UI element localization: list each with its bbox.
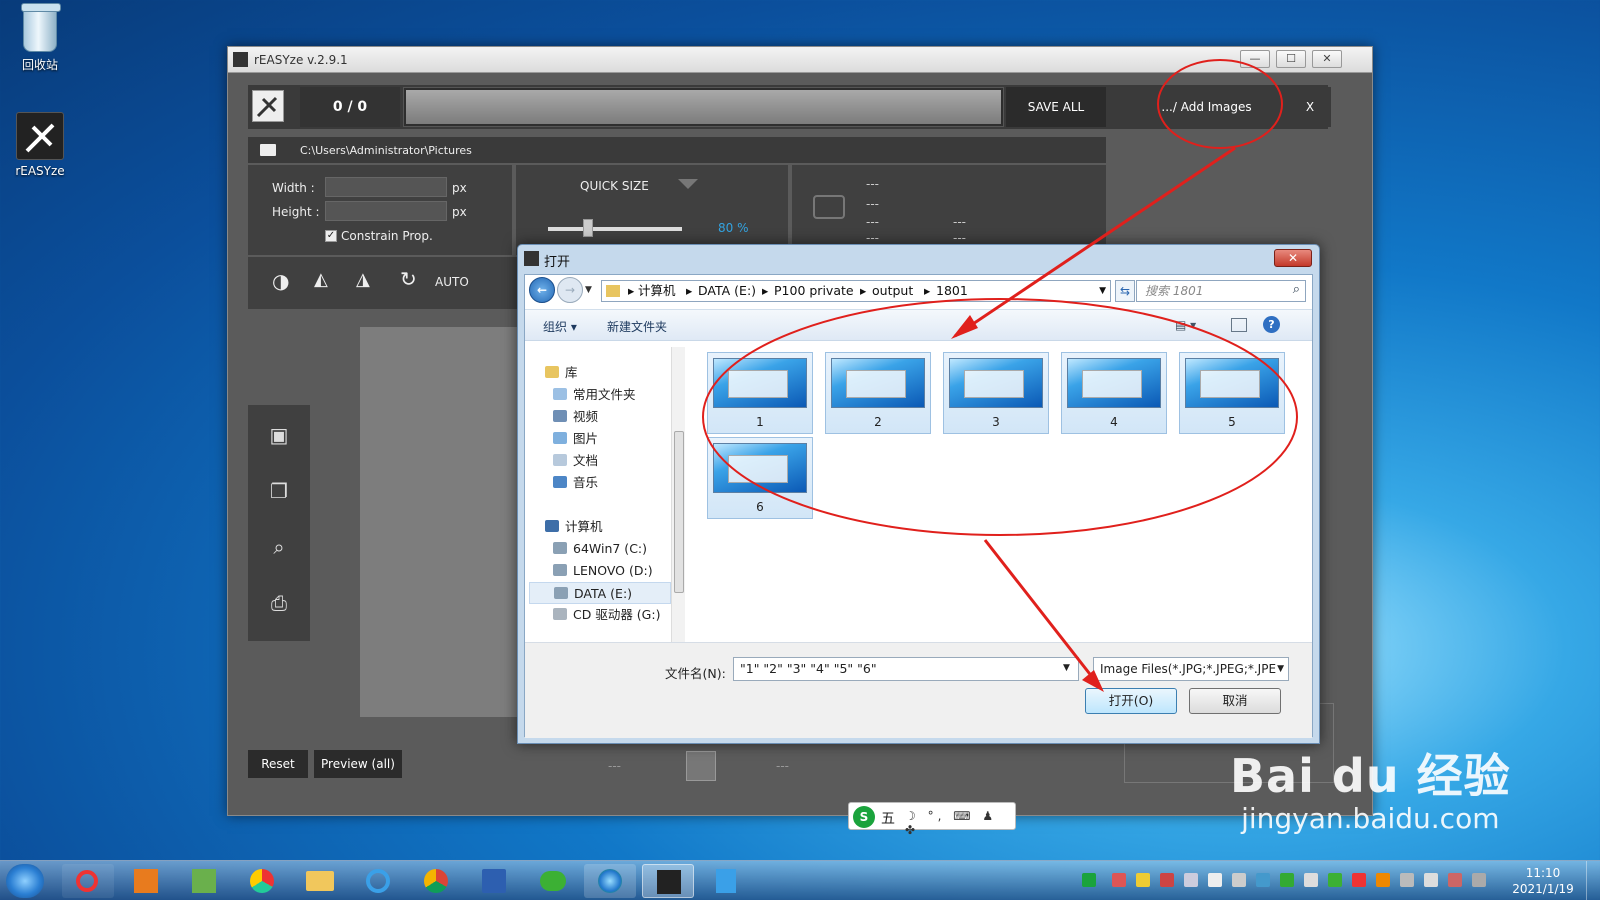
annotation-arrowhead <box>1082 670 1104 692</box>
taskbar-clock[interactable]: 11:10 2021/1/19 <box>1508 865 1578 897</box>
taskbar-app-icon[interactable] <box>178 864 230 898</box>
tray-network-icon[interactable] <box>1400 873 1414 887</box>
tray-flag-icon[interactable] <box>1208 873 1222 887</box>
tray-volume-icon[interactable] <box>1184 873 1198 887</box>
tray-wechat-icon[interactable] <box>1328 873 1342 887</box>
tray-sogou-icon[interactable] <box>1082 873 1096 887</box>
clock-time: 11:10 <box>1525 866 1561 880</box>
taskbar-reasyze-icon[interactable] <box>642 864 694 898</box>
tray-icon[interactable] <box>1304 873 1318 887</box>
annotation-circle-files <box>702 298 1298 536</box>
taskbar-app-icon[interactable] <box>120 864 172 898</box>
ime-toolbar[interactable]: S 五 ☽ °, ⌨ ♟ ✤ <box>848 802 1016 837</box>
watermark-url: jingyan.baidu.com <box>1241 802 1500 835</box>
taskbar-app-icon[interactable] <box>236 864 288 898</box>
tray-icon[interactable] <box>1256 873 1270 887</box>
ime-tools-icon: ☽ °, ⌨ ♟ ✤ <box>905 809 998 837</box>
annotation-arrowhead <box>951 315 978 339</box>
taskbar-save-icon[interactable] <box>468 864 520 898</box>
taskbar-ie-icon[interactable] <box>352 864 404 898</box>
tray-icon[interactable] <box>1472 873 1486 887</box>
tray-icon[interactable] <box>1448 873 1462 887</box>
sogou-icon: S <box>853 806 875 828</box>
tray-icon[interactable] <box>1112 873 1126 887</box>
taskbar-chrome-icon[interactable] <box>410 864 462 898</box>
annotation-arrow <box>954 146 1236 338</box>
baidu-watermark: Bai du 经验 jingyan.baidu.com <box>1230 740 1511 835</box>
ime-mode: 五 <box>881 811 895 827</box>
taskbar-explorer-icon[interactable] <box>294 864 346 898</box>
tray-icon[interactable] <box>1280 873 1294 887</box>
taskbar-app-icon[interactable] <box>62 864 114 898</box>
tray-icon[interactable] <box>1136 873 1150 887</box>
watermark-brand: Bai du 经验 <box>1230 749 1511 803</box>
start-button[interactable] <box>6 864 44 898</box>
taskbar: 11:10 2021/1/19 <box>0 860 1600 900</box>
tray-icon[interactable] <box>1352 873 1366 887</box>
taskbar-app-icon[interactable] <box>700 864 752 898</box>
tray-icon[interactable] <box>1424 873 1438 887</box>
taskbar-wechat-icon[interactable] <box>526 864 578 898</box>
tray-icon[interactable] <box>1232 873 1246 887</box>
annotation-circle-add-images <box>1157 59 1283 149</box>
show-desktop-button[interactable] <box>1586 861 1598 900</box>
clock-date: 2021/1/19 <box>1512 882 1574 896</box>
tray-icon[interactable] <box>1376 873 1390 887</box>
annotation-arrow <box>983 539 1102 688</box>
taskbar-app-icon[interactable] <box>584 864 636 898</box>
tray-icon[interactable] <box>1160 873 1174 887</box>
